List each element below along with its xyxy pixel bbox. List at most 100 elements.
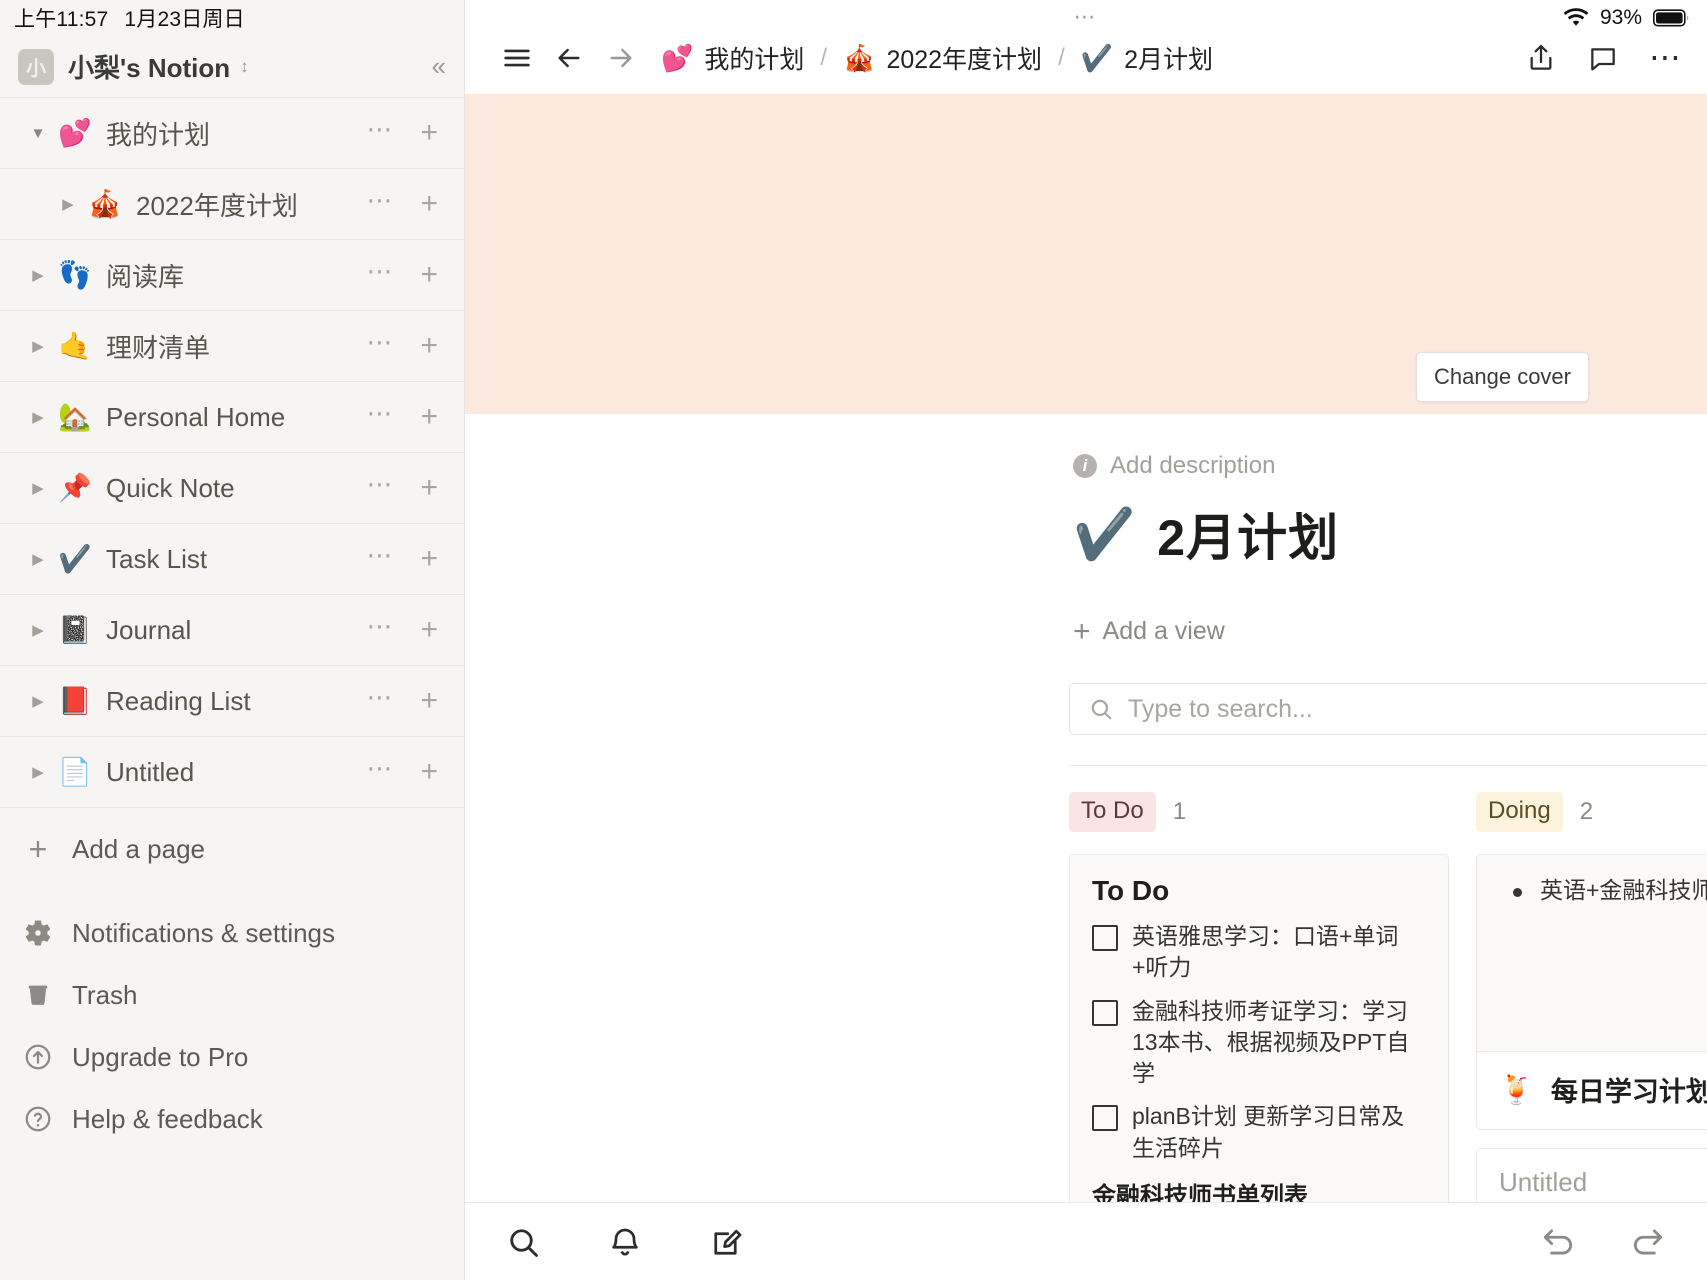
ellipsis-icon[interactable]: ⋯ <box>1649 42 1681 73</box>
plus-icon[interactable]: + <box>420 187 438 221</box>
ellipsis-icon[interactable]: ⋯ <box>366 187 394 214</box>
hamburger-menu-icon[interactable] <box>491 41 543 75</box>
page-title-text: 2月计划 <box>1157 510 1340 566</box>
breadcrumb-item-my-plan[interactable]: 💕 我的计划 <box>661 40 804 76</box>
sidebar-item-reading-list[interactable]: ▶ 📕 Reading List ⋯ + <box>0 666 464 737</box>
column-header[interactable]: Doing 2 <box>1476 792 1707 832</box>
view-bar: + Add a view ⋯ New ▾ <box>1073 606 1707 657</box>
chevron-right-icon[interactable]: ▶ <box>24 266 52 284</box>
page-cover[interactable]: Change cover <box>465 94 1707 414</box>
chevron-right-icon[interactable]: ▶ <box>24 337 52 355</box>
window-grabber-icon[interactable]: ⋯ <box>465 0 1707 27</box>
page-title[interactable]: ✔️ 2月计划 <box>1073 498 1707 570</box>
breadcrumb-emoji-icon: 💕 <box>661 42 694 73</box>
breadcrumb-emoji-icon: ✔️ <box>1080 42 1114 73</box>
ellipsis-icon[interactable]: ⋯ <box>366 116 394 143</box>
plus-icon[interactable]: + <box>420 542 438 576</box>
chevron-right-icon[interactable]: ▶ <box>24 763 52 781</box>
column-header[interactable]: To Do 1 <box>1069 792 1449 832</box>
sidebar-item-untitled[interactable]: ▶ 📄 Untitled ⋯ + <box>0 737 464 808</box>
ellipsis-icon[interactable]: ⋯ <box>366 755 394 782</box>
sidebar-item-reading-lib[interactable]: ▶ 👣 阅读库 ⋯ + <box>0 240 464 311</box>
change-cover-button[interactable]: Change cover <box>1416 352 1589 402</box>
arrow-left-icon[interactable] <box>543 42 595 74</box>
ellipsis-icon[interactable]: ⋯ <box>366 684 394 711</box>
top-toolbar-actions: ⋯ <box>1525 42 1681 74</box>
chevron-right-icon[interactable]: ▶ <box>24 621 52 639</box>
todo-item[interactable]: 金融科技师考证学习：学习13本书、根据视频及PPT自学 <box>1092 996 1426 1090</box>
sidebar-item-label: Quick Note <box>106 472 235 503</box>
share-icon[interactable] <box>1525 42 1557 74</box>
todo-item[interactable]: planB计划 更新学习日常及生活碎片 <box>1092 1101 1426 1164</box>
checkbox-icon[interactable] <box>1092 999 1118 1026</box>
sidebar-item-quick-note[interactable]: ▶ 📌 Quick Note ⋯ + <box>0 453 464 524</box>
bottom-toolbar-right <box>1539 1223 1667 1261</box>
checkbox-icon[interactable] <box>1092 925 1118 951</box>
sidebar-item-notifications-settings[interactable]: Notifications & settings <box>0 902 464 964</box>
plus-icon[interactable]: + <box>420 471 438 505</box>
status-badge: Doing <box>1476 792 1563 832</box>
chevron-right-icon[interactable]: ▶ <box>24 408 52 426</box>
plus-icon[interactable]: + <box>420 684 438 718</box>
sidebar-item-journal[interactable]: ▶ 📓 Journal ⋯ + <box>0 595 464 666</box>
breadcrumb-item-2022-annual-plan[interactable]: 🎪 2022年度计划 <box>843 40 1042 76</box>
chevron-right-icon[interactable]: ▶ <box>24 692 52 710</box>
ellipsis-icon[interactable]: ⋯ <box>366 400 394 427</box>
breadcrumb-item-feb-plan[interactable]: ✔️ 2月计划 <box>1081 40 1213 76</box>
compose-pencil-icon[interactable] <box>709 1224 745 1260</box>
sidebar-bottom-group: Notifications & settings Trash Upgrade t… <box>0 902 464 1150</box>
ellipsis-icon[interactable]: ⋯ <box>366 613 394 640</box>
column-count: 1 <box>1172 798 1187 825</box>
plus-icon[interactable]: + <box>420 258 438 292</box>
undo-arrow-icon[interactable] <box>1539 1223 1577 1261</box>
sidebar-item-upgrade-to-pro[interactable]: Upgrade to Pro <box>0 1026 464 1088</box>
chevron-right-icon[interactable]: ▶ <box>24 479 52 497</box>
plus-icon[interactable]: + <box>420 329 438 363</box>
card-preview-heading: To Do <box>1092 875 1170 906</box>
sidebar-item-my-plan[interactable]: ▼ 💕 我的计划 ⋯ + <box>0 98 464 169</box>
chevron-right-icon[interactable]: ▶ <box>54 195 82 213</box>
search-icon[interactable] <box>505 1224 541 1260</box>
sidebar-item-trash[interactable]: Trash <box>0 964 464 1026</box>
double-chevron-left-icon[interactable]: « <box>432 51 446 82</box>
plus-icon: + <box>1073 614 1091 648</box>
checkbox-icon[interactable] <box>1092 1105 1118 1132</box>
plus-icon[interactable]: + <box>420 613 438 647</box>
ellipsis-icon[interactable]: ⋯ <box>366 542 394 569</box>
sidebar-item-help-feedback[interactable]: Help & feedback <box>0 1088 464 1150</box>
bell-icon[interactable] <box>607 1224 643 1260</box>
page-emoji-icon: 📌 <box>58 473 92 503</box>
bottom-toolbar <box>465 1202 1707 1280</box>
arrow-right-icon[interactable] <box>595 42 647 74</box>
redo-arrow-icon[interactable] <box>1629 1223 1667 1261</box>
chevron-right-icon[interactable]: ▶ <box>24 550 52 568</box>
add-description-label: Add description <box>1110 452 1276 479</box>
plus-icon[interactable]: + <box>420 400 438 434</box>
add-description-button[interactable]: i Add description <box>1073 452 1707 480</box>
column-count: 2 <box>1579 798 1594 825</box>
workspace-switcher[interactable]: 小 小梨's Notion ↕ « <box>0 36 464 98</box>
sidebar-bottom-label: Trash <box>72 979 138 1010</box>
sidebar-item-2022-annual-plan[interactable]: ▶ 🎪 2022年度计划 ⋯ + <box>0 169 464 240</box>
plus-icon[interactable]: + <box>420 116 438 150</box>
page-emoji-icon: 🎪 <box>88 189 122 219</box>
workspace-name: 小梨's Notion <box>68 53 231 83</box>
search-input[interactable]: Type to search... <box>1069 683 1707 735</box>
comment-icon[interactable] <box>1587 42 1619 74</box>
page-emoji-icon: 💕 <box>58 118 92 148</box>
todo-item-label: planB计划 更新学习日常及生活碎片 <box>1132 1103 1405 1161</box>
sidebar-item-finance-list[interactable]: ▶ 🤙 理财清单 ⋯ + <box>0 311 464 382</box>
sidebar-item-personal-home[interactable]: ▶ 🏡 Personal Home ⋯ + <box>0 382 464 453</box>
add-page-button[interactable]: + Add a page <box>0 818 464 880</box>
chevron-down-icon[interactable]: ▼ <box>24 125 52 142</box>
sidebar-item-task-list[interactable]: ▶ ✔️ Task List ⋯ + <box>0 524 464 595</box>
add-a-view-button[interactable]: + Add a view <box>1073 615 1225 649</box>
ellipsis-icon[interactable]: ⋯ <box>366 471 394 498</box>
plus-icon[interactable]: + <box>420 755 438 789</box>
ellipsis-icon[interactable]: ⋯ <box>366 329 394 356</box>
todo-item[interactable]: 英语雅思学习：口语+单词+听力 <box>1092 921 1426 984</box>
kanban-card-daily-study[interactable]: 英语+金融科技师学习. 🍹 每日学习计划 <box>1476 854 1707 1130</box>
ellipsis-icon[interactable]: ⋯ <box>366 258 394 285</box>
status-bar-right: 93% <box>1563 6 1691 30</box>
status-bar-date: 1月23日周日 <box>124 8 245 31</box>
